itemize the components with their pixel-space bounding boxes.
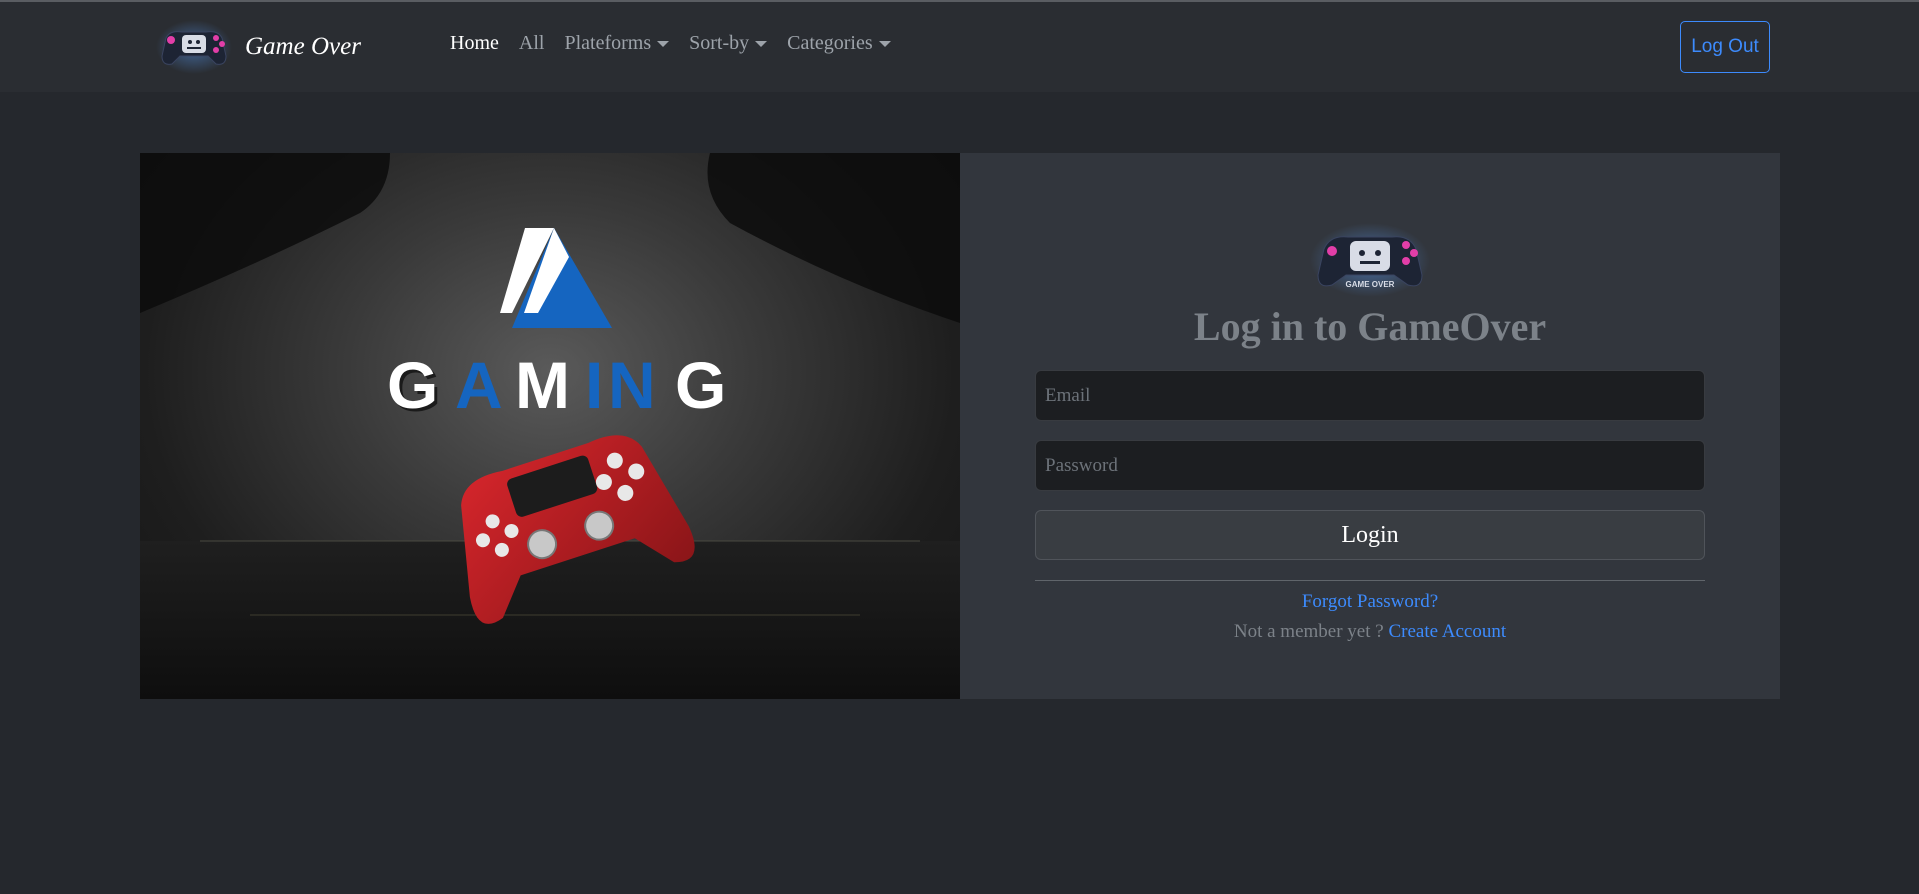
nav-link-label: Home xyxy=(450,32,499,54)
gamepad-logo-icon xyxy=(156,20,232,74)
svg-text:GAME OVER: GAME OVER xyxy=(1346,280,1395,289)
login-button[interactable]: Login xyxy=(1035,510,1705,560)
svg-text:G: G xyxy=(675,348,726,422)
login-title: Log in to GameOver xyxy=(1193,304,1547,349)
login-card: GAME OVER Log in to GameOver Login Forgo… xyxy=(960,153,1780,699)
forgot-password-link[interactable]: Forgot Password? xyxy=(960,591,1780,613)
brand[interactable]: Game Over xyxy=(156,20,361,74)
caret-down-icon xyxy=(878,40,891,47)
create-account-link[interactable]: Create Account xyxy=(1388,621,1506,642)
caret-down-icon xyxy=(755,40,768,47)
nav-dropdown-sort-by[interactable]: Sort-by xyxy=(689,32,768,55)
nav-dropdown-categories[interactable]: Categories xyxy=(787,32,891,55)
gaming-wordmark: G G A M I N G xyxy=(387,348,726,425)
logout-button[interactable]: Log Out xyxy=(1680,21,1770,73)
password-field[interactable] xyxy=(1035,440,1705,491)
nav-link-all[interactable]: All xyxy=(519,32,545,55)
game-over-logo-icon: GAME OVER xyxy=(1310,223,1430,297)
nav-link-home[interactable]: Home xyxy=(450,32,499,55)
svg-text:I: I xyxy=(585,348,603,422)
nav-links: Home All Plateforms Sort-by Categories xyxy=(450,32,911,55)
svg-text:A: A xyxy=(455,348,503,422)
nav-link-label: All xyxy=(518,32,545,54)
svg-text:N: N xyxy=(608,348,656,422)
nav-link-label: Plateforms xyxy=(564,32,652,54)
nav-dropdown-plateforms[interactable]: Plateforms xyxy=(564,32,670,55)
triangle-a-logo-icon xyxy=(500,228,612,328)
nav-link-label: Sort-by xyxy=(689,32,750,54)
navbar: Game Over Home All Plateforms Sort-by Ca… xyxy=(0,2,1919,92)
svg-text:G: G xyxy=(387,348,438,422)
email-field[interactable] xyxy=(1035,370,1705,421)
brand-name: Game Over xyxy=(245,33,361,60)
hero-image: G G A M I N G xyxy=(140,153,960,699)
nav-link-label: Categories xyxy=(787,32,873,54)
caret-down-icon xyxy=(657,40,670,47)
divider xyxy=(1035,580,1705,581)
svg-text:M: M xyxy=(515,348,570,422)
register-prompt: Not a member yet ? xyxy=(1233,621,1389,642)
register-row: Not a member yet ? Create Account xyxy=(960,621,1780,643)
hero-artwork: G G A M I N G xyxy=(140,153,960,699)
